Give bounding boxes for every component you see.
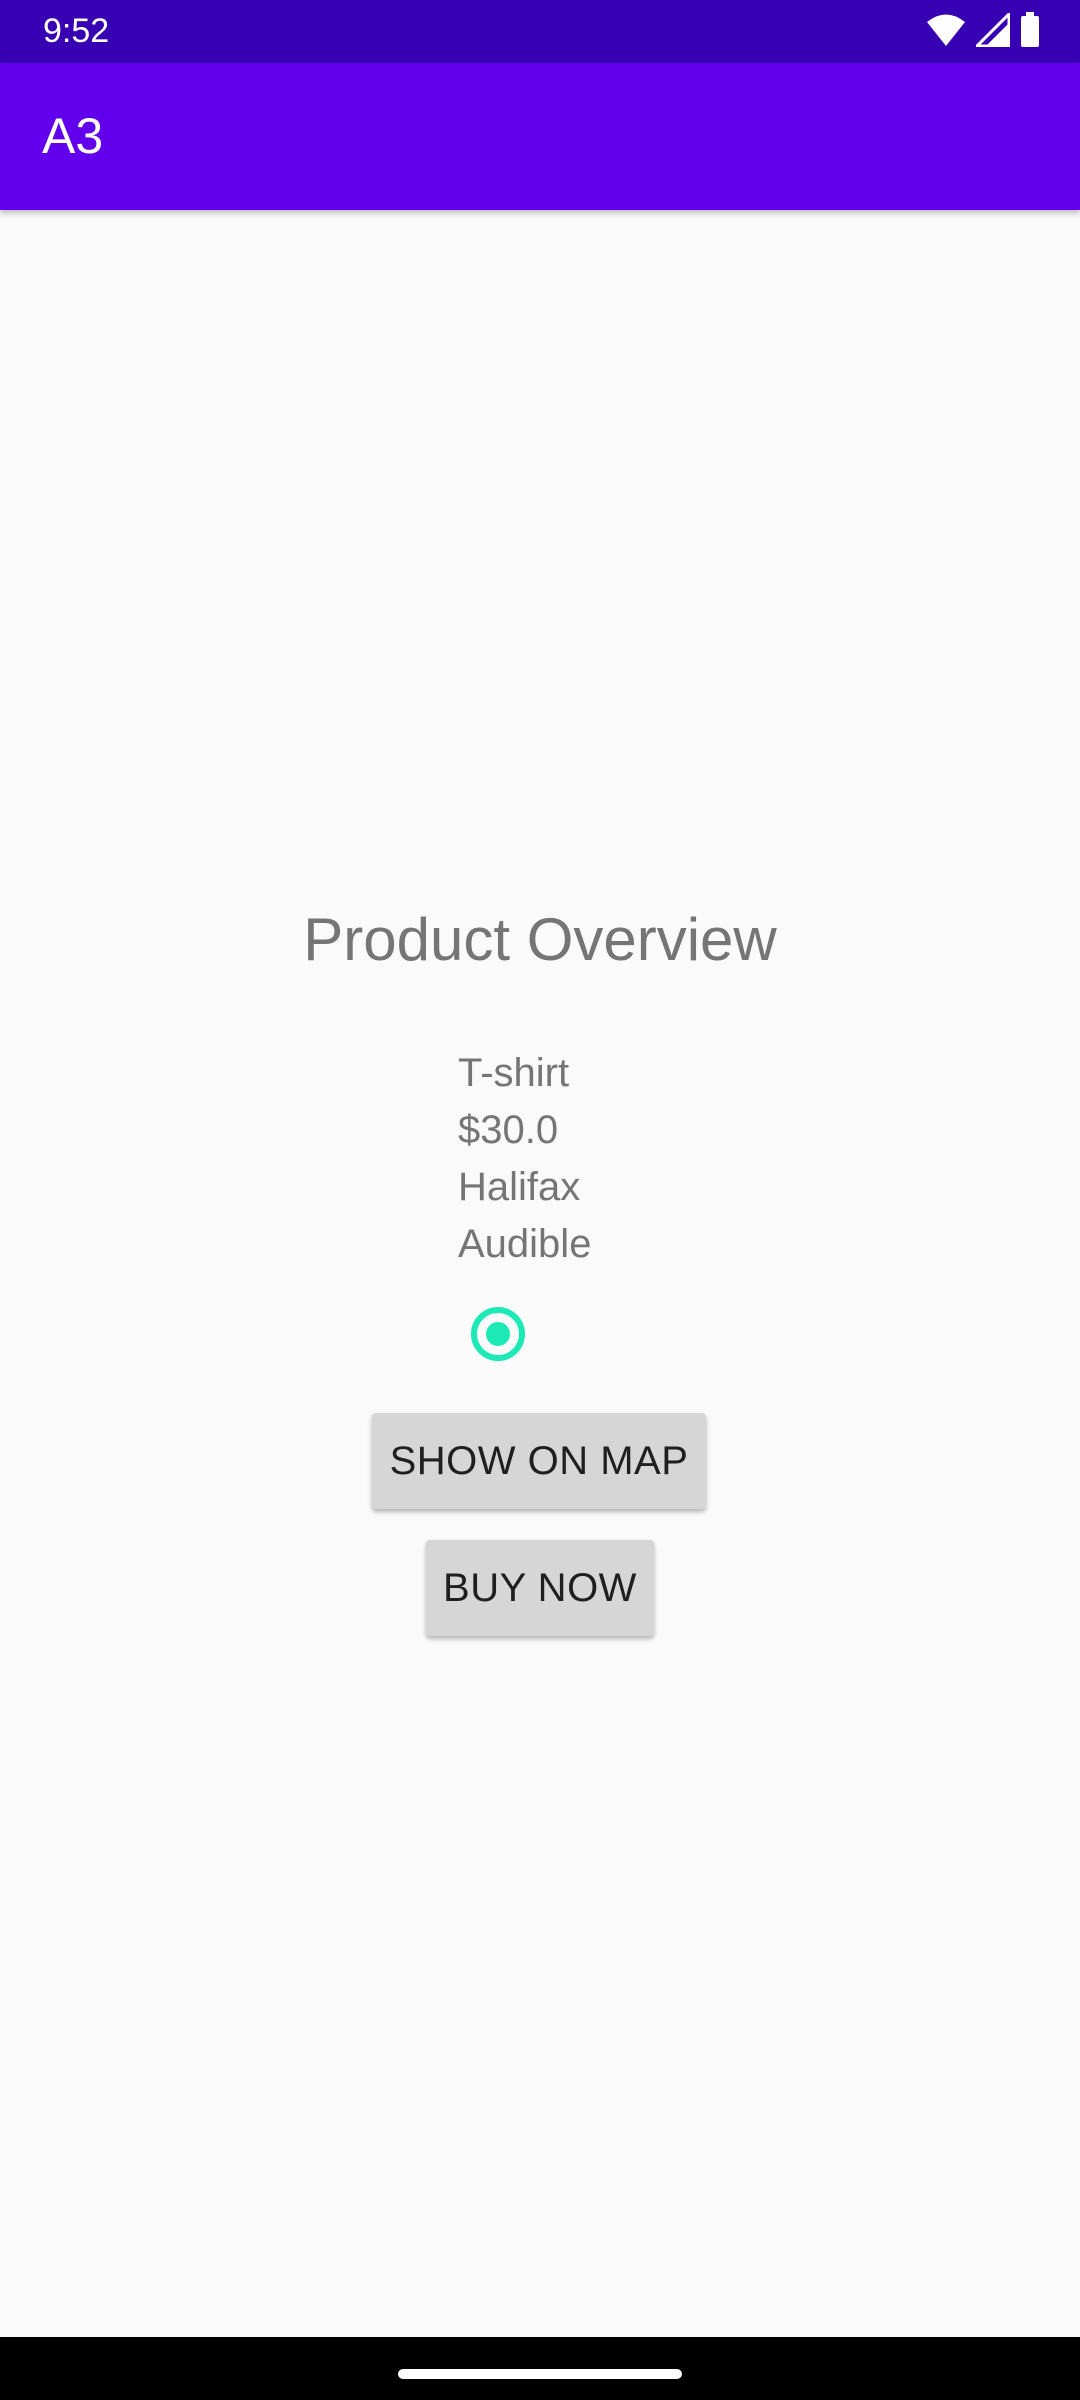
page-title: Product Overview <box>303 906 777 973</box>
home-gesture-handle[interactable] <box>398 2369 682 2379</box>
radio-checked-dot <box>486 1322 510 1346</box>
status-bar: 9:52 <box>0 0 1080 63</box>
status-icons <box>926 9 1040 53</box>
product-details: T-shirt $30.0 Halifax Audible <box>458 1045 591 1273</box>
buy-now-button[interactable]: BUY NOW <box>426 1540 654 1636</box>
product-price: $30.0 <box>458 1108 559 1152</box>
navigation-bar <box>0 2337 1080 2400</box>
app-title: A3 <box>42 108 104 164</box>
status-time: 9:52 <box>43 12 110 50</box>
app-screen: 9:52 A3 Product Overview T-shirt $30.0 H… <box>0 0 1080 2400</box>
selection-radio-button[interactable] <box>471 1307 525 1361</box>
product-brand: Audible <box>458 1222 592 1266</box>
cellular-signal-icon <box>973 9 1011 52</box>
wifi-icon <box>926 13 966 52</box>
show-on-map-button[interactable]: SHOW ON MAP <box>372 1413 706 1509</box>
product-name: T-shirt <box>458 1051 570 1095</box>
product-overview-content: Product Overview T-shirt $30.0 Halifax A… <box>0 210 1080 2337</box>
battery-icon <box>1020 11 1040 53</box>
app-bar: A3 <box>0 63 1080 210</box>
product-location: Halifax <box>458 1165 581 1209</box>
